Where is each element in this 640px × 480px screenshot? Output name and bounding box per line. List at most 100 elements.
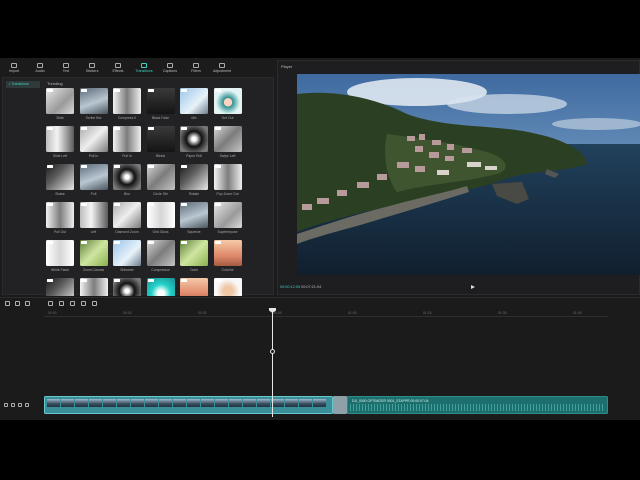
play-icon[interactable]	[471, 285, 475, 289]
transition-item[interactable]: Rotate	[180, 164, 208, 197]
split-icon[interactable]	[48, 301, 53, 306]
pro-badge	[214, 241, 221, 244]
lock-icon[interactable]	[4, 403, 8, 407]
toolbar-audio-button[interactable]: Audio	[28, 60, 52, 76]
clip-frames	[45, 397, 332, 409]
transition-item[interactable]: Scribe Bot	[79, 88, 108, 121]
transition-name: Compressor	[151, 267, 170, 272]
transition-item[interactable]	[46, 278, 74, 296]
transition-item[interactable]: Compress II	[113, 88, 141, 121]
transition-item[interactable]: Black Fade	[146, 88, 175, 121]
toolbar-captions-button[interactable]: Captions	[158, 60, 182, 76]
playhead-knob[interactable]	[270, 349, 275, 354]
transition-thumbnail	[79, 126, 108, 152]
main-toolbar: Import Audio Text Stickers Effects Transition…	[2, 60, 274, 76]
transition-item[interactable]	[113, 278, 141, 296]
transition-item[interactable]: Colorful	[213, 240, 242, 273]
transition-item[interactable]	[213, 278, 242, 296]
video-preview[interactable]	[297, 74, 640, 275]
transition-item[interactable]: Pull	[79, 164, 108, 197]
transition-item[interactable]: Diamond Zoom	[113, 202, 141, 235]
playhead[interactable]	[272, 309, 273, 417]
toolbar-filters-button[interactable]: Filters	[184, 60, 208, 76]
transition-item[interactable]: Shake	[46, 164, 74, 197]
pro-badge	[147, 241, 154, 244]
transition-item[interactable]: Pull Out	[46, 202, 74, 235]
pro-badge	[147, 89, 154, 92]
transition-item[interactable]: Mix	[180, 88, 208, 121]
pro-badge	[80, 127, 87, 130]
pro-badge	[114, 127, 120, 130]
eye-icon[interactable]	[11, 403, 15, 407]
app-window: Import Audio Text Stickers Effects Transition…	[0, 58, 640, 420]
toolbar-stickers-button[interactable]: Stickers	[80, 60, 104, 76]
transition-thumbnail	[180, 164, 208, 190]
transition-name: Colorful	[221, 267, 234, 272]
pro-badge	[181, 241, 187, 244]
transition-item[interactable]: Slide Left	[46, 126, 74, 159]
transition-marker[interactable]	[333, 396, 347, 414]
transition-item[interactable]: Pull In	[113, 126, 141, 159]
video-clip[interactable]	[44, 396, 333, 414]
toolbar-effects-button[interactable]: Effects	[106, 60, 130, 76]
delete-right-icon[interactable]	[70, 301, 75, 306]
transition-item[interactable]: Pull In	[79, 126, 108, 159]
transition-name: Zoom Canvas	[82, 267, 105, 272]
transition-item[interactable]: Slide	[46, 88, 74, 121]
delete-left-icon[interactable]	[59, 301, 64, 306]
transition-item[interactable]: Paper Roll	[180, 126, 208, 159]
transition-item[interactable]: Superimpose	[213, 202, 242, 235]
transition-item[interactable]: Grid Gloss	[146, 202, 175, 235]
mute-icon[interactable]	[18, 403, 22, 407]
transition-item[interactable]: Circle Sth	[146, 164, 175, 197]
transition-item[interactable]: Get Out	[213, 88, 242, 121]
filters-icon	[193, 63, 199, 68]
pro-badge	[80, 89, 87, 92]
transition-item[interactable]: Zoom Canvas	[79, 240, 108, 273]
transition-thumbnail	[213, 164, 242, 190]
clip-frame	[215, 399, 228, 407]
media-clip-2[interactable]: DJI_0000 OPTIMIZER 0001_STAPPR 00:00:07:…	[347, 396, 608, 414]
transition-item[interactable]: Cube	[180, 240, 208, 273]
transition-thumbnail	[79, 202, 108, 228]
select-tool-icon[interactable]	[5, 301, 10, 306]
transition-item[interactable]: Shimmer	[113, 240, 141, 273]
transition-item[interactable]: Blinds	[146, 126, 175, 159]
clip-frame	[159, 399, 172, 407]
undo-icon[interactable]	[15, 301, 20, 306]
transition-item[interactable]	[79, 278, 108, 296]
delete-icon[interactable]	[81, 301, 86, 306]
redo-icon[interactable]	[25, 301, 30, 306]
transition-item[interactable]: Left	[79, 202, 108, 235]
clip-frame	[103, 399, 116, 407]
toolbar-adjustment-button[interactable]: Adjustment	[210, 60, 234, 76]
transition-item[interactable]: Squeeze	[180, 202, 208, 235]
transition-item[interactable]: White Flash	[46, 240, 74, 273]
transition-thumbnail	[113, 88, 141, 114]
pro-badge	[114, 279, 120, 282]
transition-item[interactable]: Compressor	[146, 240, 175, 273]
transition-item[interactable]	[180, 278, 208, 296]
transition-item[interactable]: Pop Zoom Out	[213, 164, 242, 197]
toolbar-text-button[interactable]: Text	[54, 60, 78, 76]
category-transitions[interactable]: • Transitions	[6, 81, 40, 88]
time-ruler[interactable]: 00:00 00:15 00:30 00:45 01:00 01:15 01:30 01:45	[44, 309, 608, 317]
clip-frame	[299, 399, 312, 407]
pro-badge	[181, 127, 187, 130]
timeline-tools-left	[5, 301, 30, 306]
pro-badge	[47, 203, 53, 206]
cover-icon[interactable]	[25, 403, 29, 407]
audio-icon	[37, 63, 43, 68]
transition-thumbnail	[79, 164, 108, 190]
transition-item[interactable]: Swipe Left	[213, 126, 242, 159]
transition-name: Paper Roll	[186, 153, 202, 158]
transition-thumbnail	[113, 240, 141, 266]
transition-thumbnail	[46, 126, 74, 152]
transition-item[interactable]: Blur	[113, 164, 141, 197]
pro-badge	[147, 165, 154, 168]
toolbar-transitions-button[interactable]: Transitions	[132, 60, 156, 76]
ruler-tick: 00:30	[198, 311, 207, 315]
toolbar-import-button[interactable]: Import	[2, 60, 26, 76]
marker-icon[interactable]	[92, 301, 97, 306]
transition-item[interactable]	[146, 278, 175, 296]
